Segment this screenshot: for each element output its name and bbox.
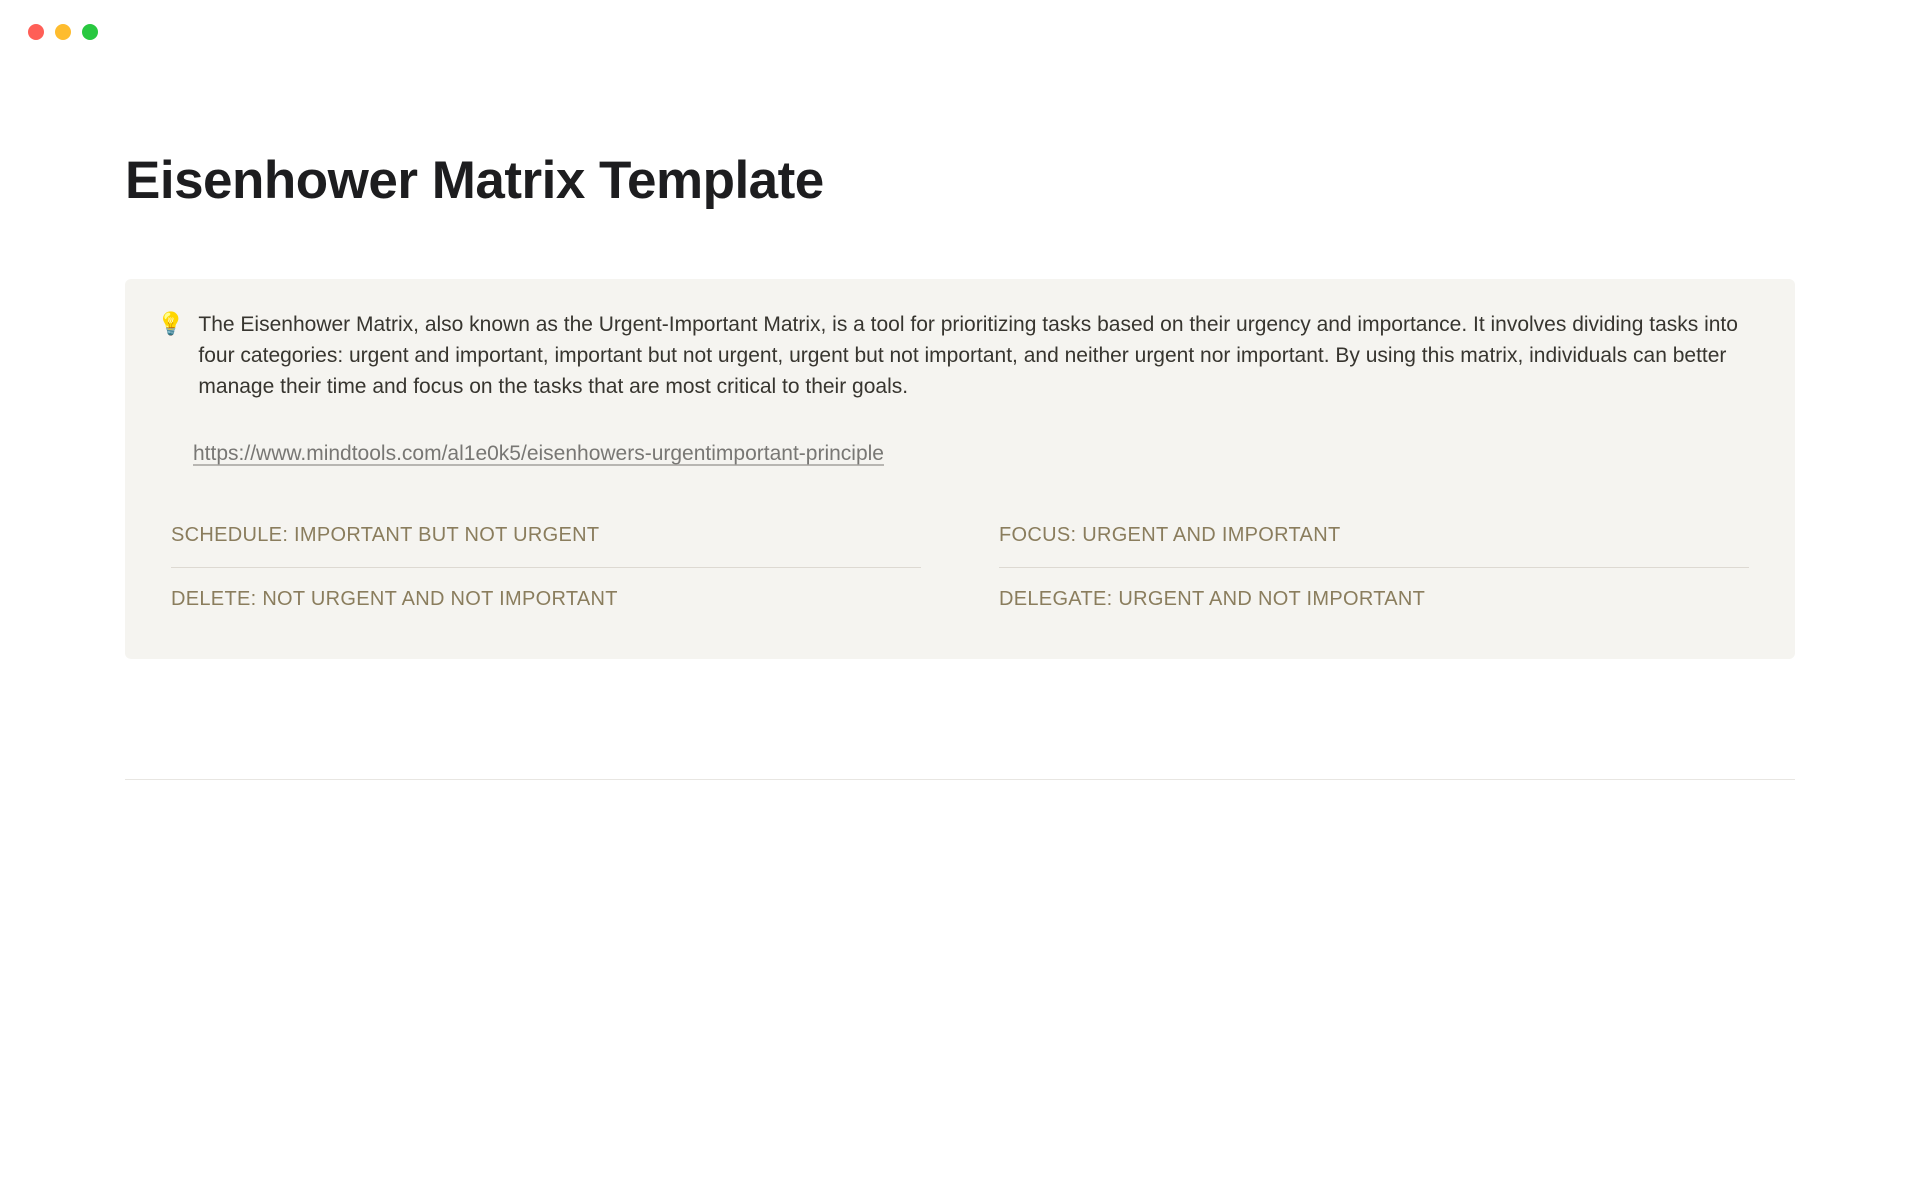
section-divider [125, 779, 1795, 780]
page-title[interactable]: Eisenhower Matrix Template [125, 150, 1795, 211]
callout-description[interactable]: The Eisenhower Matrix, also known as the… [198, 309, 1763, 402]
eisenhower-matrix-grid: SCHEDULE: IMPORTANT BUT NOT URGENT FOCUS… [157, 520, 1763, 623]
callout-text-row: 💡 The Eisenhower Matrix, also known as t… [157, 309, 1763, 402]
matrix-cell-delegate[interactable]: DELEGATE: URGENT AND NOT IMPORTANT [999, 568, 1749, 623]
matrix-label-schedule: SCHEDULE: IMPORTANT BUT NOT URGENT [171, 524, 599, 546]
callout-block[interactable]: 💡 The Eisenhower Matrix, also known as t… [125, 279, 1795, 659]
close-window-button[interactable] [28, 24, 44, 40]
matrix-label-delete: DELETE: NOT URGENT AND NOT IMPORTANT [171, 588, 618, 610]
matrix-cell-delete[interactable]: DELETE: NOT URGENT AND NOT IMPORTANT [171, 568, 921, 623]
page-content: Eisenhower Matrix Template 💡 The Eisenho… [0, 40, 1920, 659]
matrix-cell-schedule[interactable]: SCHEDULE: IMPORTANT BUT NOT URGENT [171, 520, 921, 568]
window-traffic-lights [0, 0, 1920, 40]
matrix-cell-focus[interactable]: FOCUS: URGENT AND IMPORTANT [999, 520, 1749, 568]
matrix-label-focus: FOCUS: URGENT AND IMPORTANT [999, 524, 1340, 546]
lightbulb-icon: 💡 [157, 309, 184, 402]
matrix-label-delegate: DELEGATE: URGENT AND NOT IMPORTANT [999, 588, 1425, 610]
maximize-window-button[interactable] [82, 24, 98, 40]
reference-link[interactable]: https://www.mindtools.com/al1e0k5/eisenh… [193, 442, 884, 466]
minimize-window-button[interactable] [55, 24, 71, 40]
